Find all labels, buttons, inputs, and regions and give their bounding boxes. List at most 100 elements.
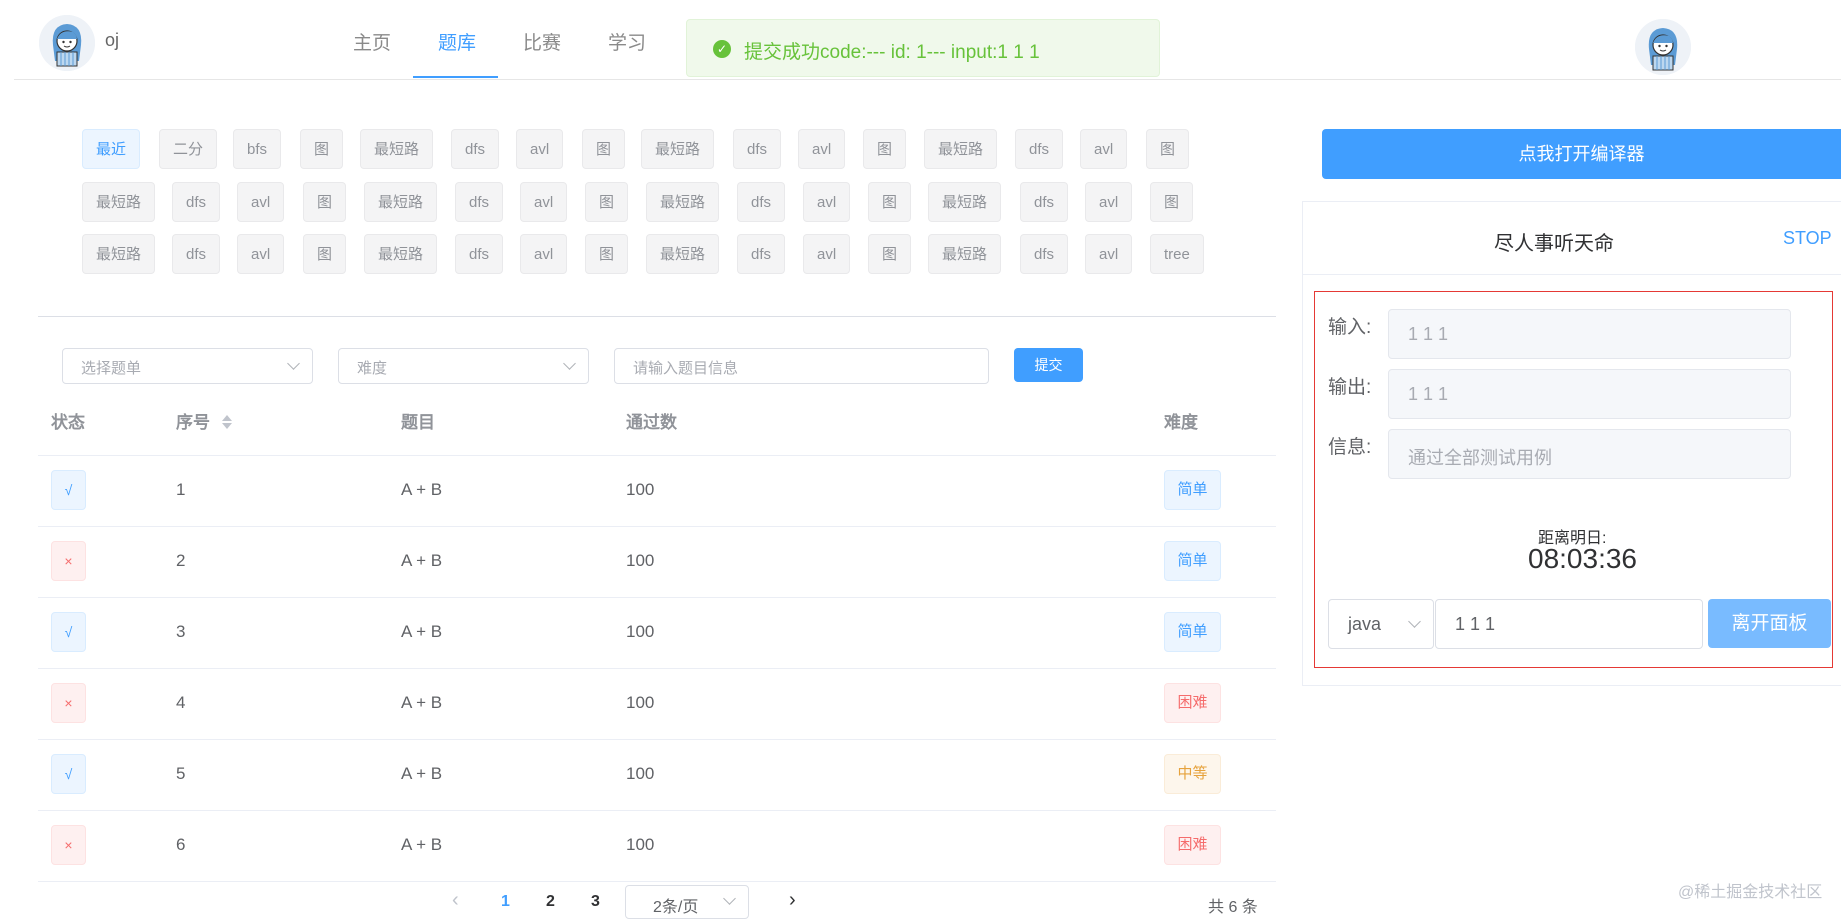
tag-item[interactable]: dfs <box>1020 234 1069 274</box>
tag-item[interactable]: dfs <box>1020 182 1069 222</box>
leave-panel-button[interactable]: 离开面板 <box>1708 599 1831 648</box>
user-avatar[interactable] <box>1635 19 1691 75</box>
table-row-divider <box>38 739 1276 740</box>
tag-item[interactable]: 图 <box>303 234 347 274</box>
tag-item[interactable]: tree <box>1150 234 1204 274</box>
tag-item[interactable]: avl <box>1085 182 1133 222</box>
tag-item[interactable]: avl <box>803 182 851 222</box>
col-status-header: 状态 <box>51 413 85 432</box>
status-badge: × <box>51 825 86 865</box>
info-label: 信息: <box>1328 437 1372 458</box>
page-3[interactable]: 3 <box>591 893 600 911</box>
tag-item[interactable]: 图 <box>868 182 912 222</box>
prev-page-button[interactable]: ‹ <box>452 889 459 912</box>
watermark: @稀土掘金技术社区 <box>1678 884 1823 901</box>
tag-item[interactable]: 最短路 <box>646 182 720 222</box>
tag-item[interactable]: bfs <box>233 129 282 169</box>
tag-item[interactable]: 图 <box>1146 129 1190 169</box>
page-size-select[interactable]: 2条/页 <box>625 885 749 919</box>
sort-caret-icon[interactable] <box>221 414 233 430</box>
tag-item[interactable]: avl <box>798 129 846 169</box>
tag-item[interactable]: 最短路 <box>364 182 438 222</box>
problem-list-select[interactable]: 选择题单 <box>62 348 313 384</box>
problem-title[interactable]: A + B <box>401 622 442 642</box>
tag-item[interactable]: 最短路 <box>364 234 438 274</box>
tag-item[interactable]: avl <box>1080 129 1128 169</box>
input-field[interactable]: 1 1 1 <box>1388 309 1791 359</box>
problem-title[interactable]: A + B <box>401 835 442 855</box>
problem-title[interactable]: A + B <box>401 480 442 500</box>
tag-item[interactable]: dfs <box>455 182 504 222</box>
search-input[interactable]: 请输入题目信息 <box>614 348 989 384</box>
tag-item[interactable]: dfs <box>172 182 221 222</box>
tag-item[interactable]: 最短路 <box>924 129 998 169</box>
tag-item[interactable]: 最短路 <box>82 234 156 274</box>
language-select[interactable]: java <box>1328 599 1434 649</box>
section-divider <box>38 316 1276 317</box>
code-input[interactable]: 1 1 1 <box>1435 599 1703 649</box>
stop-button[interactable]: STOP <box>1783 228 1832 249</box>
open-compiler-button[interactable]: 点我打开编译器 <box>1322 129 1841 179</box>
tag-item[interactable]: avl <box>520 182 568 222</box>
tag-item[interactable]: avl <box>1085 234 1133 274</box>
problem-id: 3 <box>176 622 186 641</box>
tag-item[interactable]: 图 <box>303 182 347 222</box>
page-size-value: 2条/页 <box>653 899 699 916</box>
nav-problems[interactable]: 题库 <box>438 28 476 55</box>
tag-item[interactable]: 最短路 <box>82 182 156 222</box>
page-2[interactable]: 2 <box>546 893 555 911</box>
page-1[interactable]: 1 <box>501 893 510 911</box>
output-field[interactable]: 1 1 1 <box>1388 369 1791 419</box>
col-id-header[interactable]: 序号 <box>176 408 233 433</box>
difficulty-badge: 困难 <box>1164 683 1221 723</box>
tag-item[interactable]: 最短路 <box>646 234 720 274</box>
info-field[interactable]: 通过全部测试用例 <box>1388 429 1791 479</box>
tag-item[interactable]: dfs <box>172 234 221 274</box>
tag-item[interactable]: 图 <box>868 234 912 274</box>
tag-item[interactable]: avl <box>516 129 564 169</box>
problem-title[interactable]: A + B <box>401 693 442 713</box>
tag-item[interactable]: avl <box>237 182 285 222</box>
tag-item[interactable]: dfs <box>737 234 786 274</box>
tag-item[interactable]: 图 <box>300 129 344 169</box>
nav-learn[interactable]: 学习 <box>608 28 646 55</box>
tag-item[interactable]: 图 <box>1150 182 1194 222</box>
tag-item[interactable]: avl <box>237 234 285 274</box>
toast-message: 提交成功code:--- id: 1--- input:1 1 1 <box>744 42 1040 63</box>
tag-item[interactable]: 最近 <box>82 129 141 169</box>
tag-item[interactable]: 二分 <box>159 129 218 169</box>
tag-item[interactable]: 最短路 <box>928 182 1002 222</box>
tag-item[interactable]: 最短路 <box>928 234 1002 274</box>
tag-item[interactable]: 图 <box>582 129 626 169</box>
problem-title[interactable]: A + B <box>401 551 442 571</box>
tag-item[interactable]: dfs <box>1015 129 1064 169</box>
nav-home[interactable]: 主页 <box>353 28 391 55</box>
problem-title[interactable]: A + B <box>401 764 442 784</box>
tag-item[interactable]: dfs <box>455 234 504 274</box>
code-input-value: 1 1 1 <box>1455 614 1496 634</box>
output-label: 输出: <box>1328 377 1372 398</box>
tag-item[interactable]: dfs <box>451 129 500 169</box>
countdown-timer: 08:03:36 <box>1528 543 1637 574</box>
tag-item[interactable]: dfs <box>737 182 786 222</box>
tag-item[interactable]: 图 <box>863 129 907 169</box>
next-page-button[interactable]: › <box>789 889 796 912</box>
tag-item[interactable]: 最短路 <box>641 129 715 169</box>
tag-item[interactable]: dfs <box>733 129 782 169</box>
output-value: 1 1 1 <box>1408 384 1449 404</box>
table-row-divider <box>38 526 1276 527</box>
filter-submit-button[interactable]: 提交 <box>1014 348 1083 382</box>
tag-item[interactable]: 图 <box>585 234 629 274</box>
tag-item[interactable]: 图 <box>585 182 629 222</box>
tag-item[interactable]: avl <box>803 234 851 274</box>
difficulty-badge: 简单 <box>1164 612 1221 652</box>
logo-avatar[interactable] <box>39 15 95 71</box>
passed-count: 100 <box>626 622 655 641</box>
tag-item[interactable]: 最短路 <box>360 129 434 169</box>
status-badge: × <box>51 541 86 581</box>
problem-id: 4 <box>176 693 186 712</box>
tag-item[interactable]: avl <box>520 234 568 274</box>
nav-contests[interactable]: 比赛 <box>523 28 561 55</box>
motto-text: 尽人事听天命 <box>1494 233 1614 255</box>
difficulty-select[interactable]: 难度 <box>338 348 589 384</box>
